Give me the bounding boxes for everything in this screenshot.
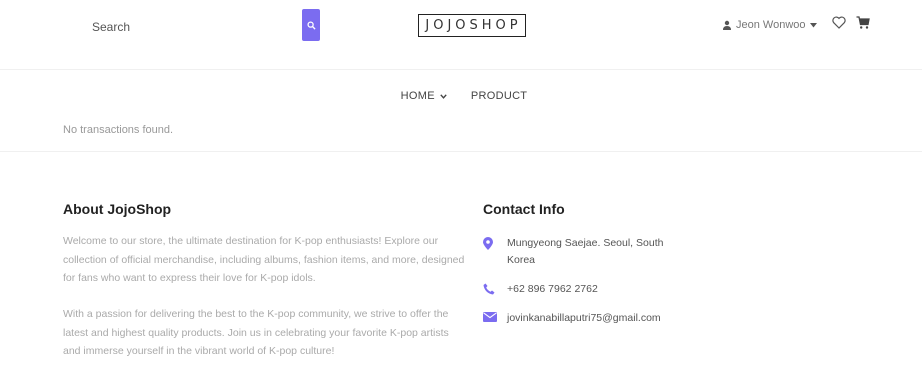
nav-item-label: PRODUCT [470, 90, 528, 102]
user-menu[interactable]: Jeon Wonwoo [722, 16, 821, 34]
nav-item-product[interactable]: PRODUCT [465, 86, 528, 106]
cart-button[interactable] [856, 16, 870, 35]
wishlist-button[interactable] [832, 16, 846, 34]
heart-icon [832, 16, 846, 29]
search-button[interactable] [302, 9, 320, 41]
map-pin-icon [483, 237, 493, 250]
about-title: About JojoShop [63, 201, 172, 217]
user-icon [723, 20, 731, 30]
contact-email: jovinkanabillaputri75@gmail.com [483, 310, 661, 327]
empty-transactions-message: No transactions found. [63, 124, 174, 136]
brand-logo[interactable]: JOJOSHOP [418, 14, 526, 37]
contact-address: Mungyeong Saejae. Seoul, South Korea [483, 235, 683, 269]
search-icon [306, 20, 316, 30]
about-paragraph: Welcome to our store, the ultimate desti… [63, 235, 465, 284]
header: JOJOSHOP Jeon Wonwoo [0, 0, 922, 70]
contact-phone: +62 896 7962 2762 [483, 281, 598, 298]
user-name: Jeon Wonwoo [736, 19, 806, 31]
cart-icon [856, 16, 870, 29]
caret-down-icon [809, 22, 817, 27]
chevron-down-icon [440, 93, 447, 99]
nav-item-label: HOME [400, 90, 435, 102]
phone-text[interactable]: +62 896 7962 2762 [507, 281, 598, 298]
email-text[interactable]: jovinkanabillaputri75@gmail.com [507, 310, 661, 327]
phone-icon [483, 283, 495, 295]
contact-title: Contact Info [483, 201, 565, 217]
about-paragraph: With a passion for delivering the best t… [63, 308, 449, 357]
divider [0, 151, 922, 152]
envelope-icon [483, 312, 497, 322]
main-nav: HOME PRODUCT [0, 86, 922, 106]
address-text: Mungyeong Saejae. Seoul, South Korea [507, 237, 664, 266]
nav-item-home[interactable]: HOME [395, 86, 447, 106]
search-input[interactable] [82, 14, 298, 40]
